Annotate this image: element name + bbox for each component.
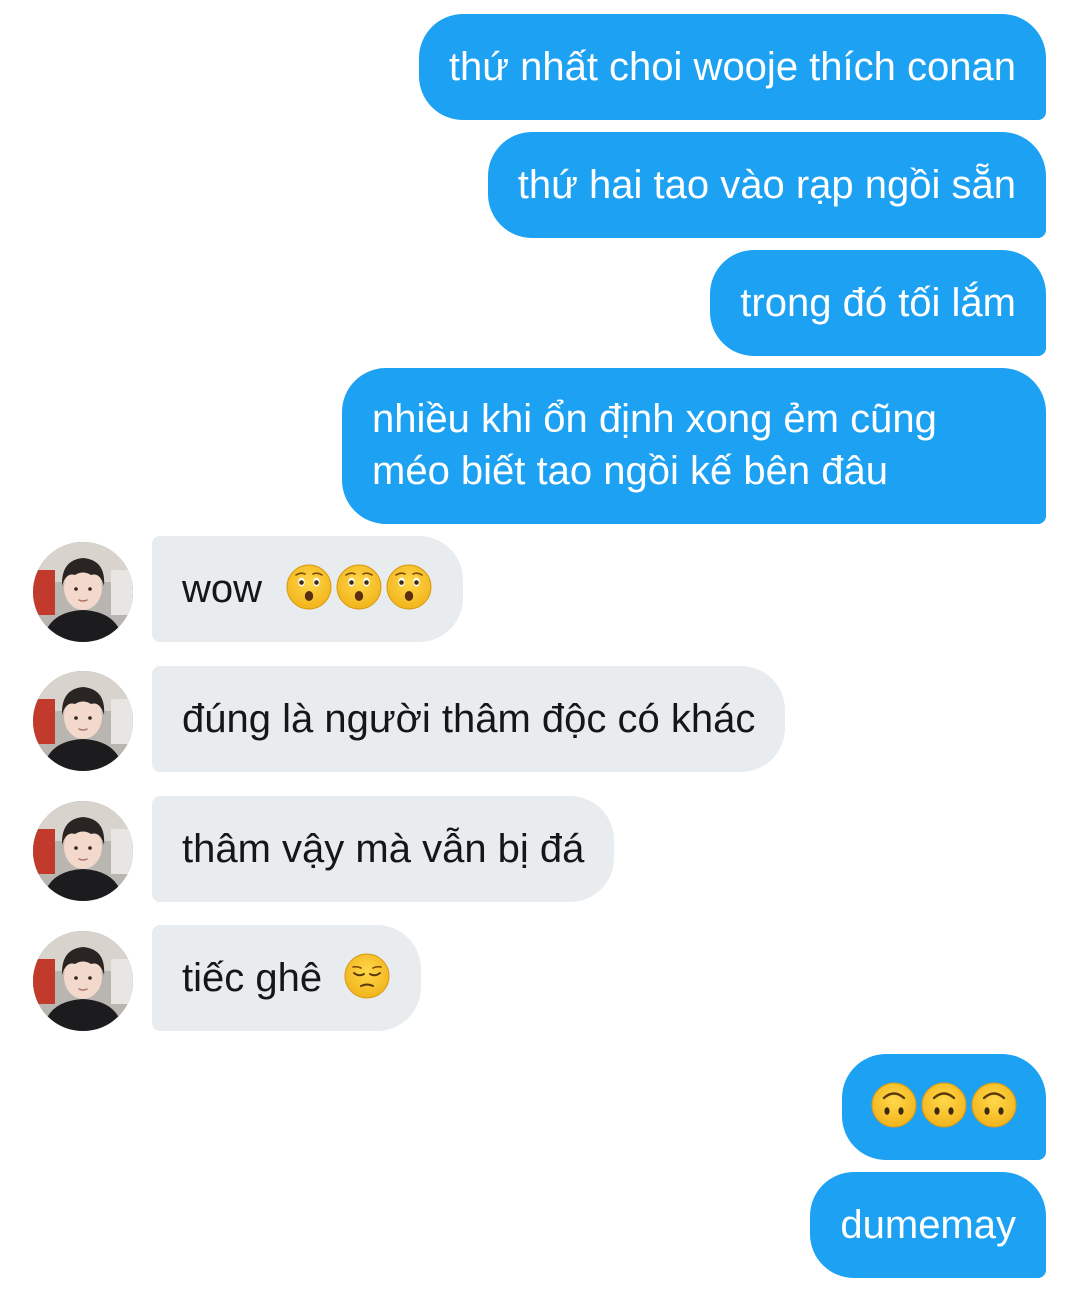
message-thread: thứ nhất choi wooje thích conan thứ hai … bbox=[0, 0, 1080, 1295]
hushed-face-icon bbox=[335, 563, 383, 611]
upside-down-face-icon bbox=[870, 1081, 918, 1129]
contact-avatar[interactable] bbox=[33, 671, 133, 771]
message-text: thâm vậy mà vẫn bị đá bbox=[182, 827, 585, 871]
hushed-face-icon bbox=[285, 563, 333, 611]
message-text: dumemay bbox=[840, 1203, 1016, 1247]
received-message-bubble[interactable]: thâm vậy mà vẫn bị đá bbox=[152, 796, 615, 902]
sent-message-bubble[interactable]: thứ nhất choi wooje thích conan bbox=[418, 14, 1046, 120]
message-text: thứ hai tao vào rạp ngồi sẵn bbox=[517, 163, 1016, 207]
sent-message-bubble[interactable]: thứ hai tao vào rạp ngồi sẵn bbox=[487, 132, 1046, 238]
message-text-line: méo biết tao ngồi kế bên đâu bbox=[372, 449, 888, 493]
upside-down-face-icon bbox=[920, 1081, 968, 1129]
received-message-bubble[interactable]: tiếc ghê bbox=[152, 925, 422, 1031]
message-text: đúng là người thâm độc có khác bbox=[182, 697, 756, 741]
received-message-bubble[interactable]: wow bbox=[152, 536, 464, 642]
sent-message-bubble[interactable]: dumemay bbox=[810, 1172, 1046, 1278]
message-text: thứ nhất choi wooje thích conan bbox=[448, 45, 1016, 89]
contact-avatar[interactable] bbox=[33, 931, 133, 1031]
message-text-line: nhiều khi ổn định xong ẻm cũng bbox=[372, 397, 937, 441]
contact-avatar[interactable] bbox=[33, 801, 133, 901]
sent-message-bubble[interactable] bbox=[842, 1054, 1046, 1160]
message-text: wow bbox=[182, 567, 263, 611]
upside-down-face-icon bbox=[970, 1081, 1018, 1129]
hushed-face-icon bbox=[385, 563, 433, 611]
contact-avatar[interactable] bbox=[33, 542, 133, 642]
pensive-face-icon bbox=[343, 952, 391, 1000]
sent-message-bubble[interactable]: trong đó tối lắm bbox=[710, 250, 1046, 356]
sent-message-bubble[interactable]: nhiều khi ổn định xong ẻm cũng méo biết … bbox=[342, 368, 1046, 524]
message-text: trong đó tối lắm bbox=[740, 281, 1016, 325]
received-message-bubble[interactable]: đúng là người thâm độc có khác bbox=[152, 666, 786, 772]
message-text: tiếc ghê bbox=[182, 956, 323, 1000]
